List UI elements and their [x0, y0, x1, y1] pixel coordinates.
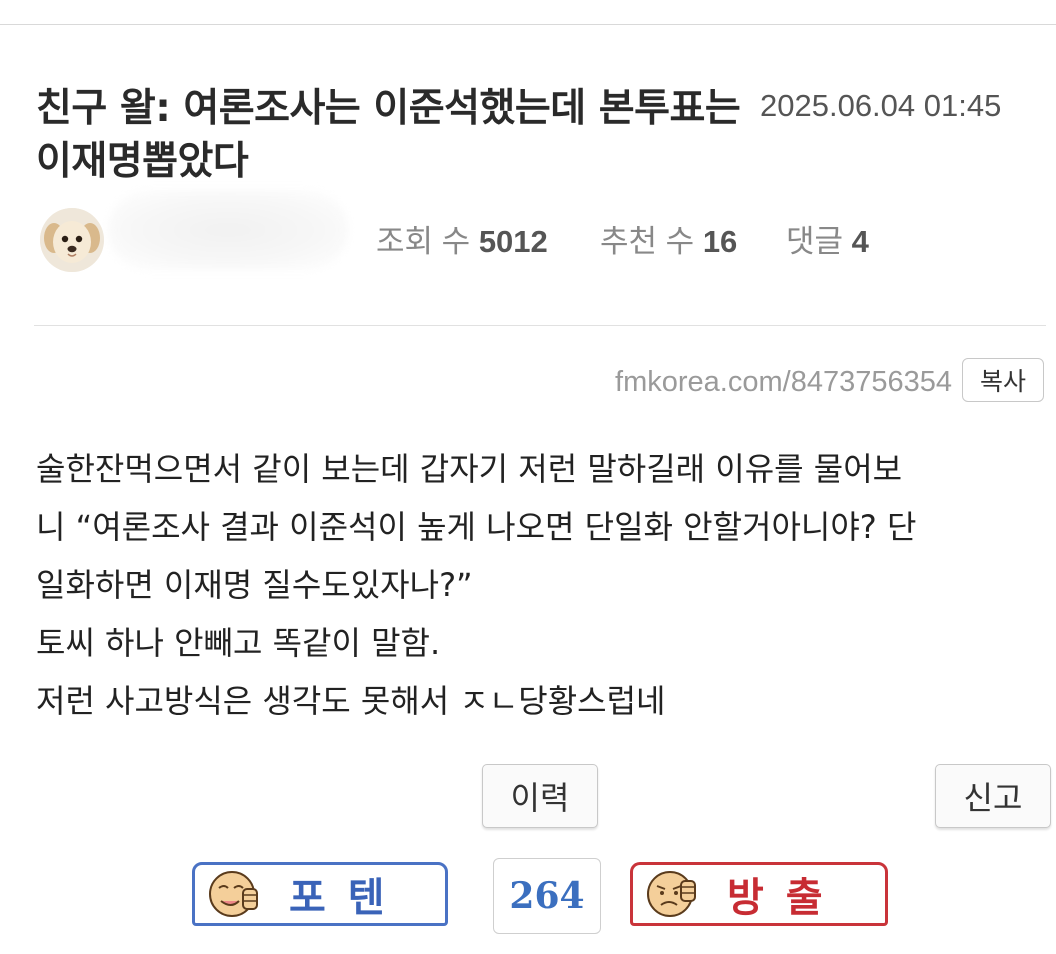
downvote-button[interactable]: 방출 [630, 862, 888, 926]
views-label: 조회 수 [376, 224, 471, 259]
header-divider [34, 325, 1046, 326]
report-button[interactable]: 신고 [935, 764, 1051, 828]
upvote-button[interactable]: 포텐 [192, 862, 448, 926]
recommend-count: 16 [702, 224, 738, 259]
post-title: 친구 왈: 여론조사는 이준석했는데 본투표는 이재명뽑았다 [36, 86, 741, 184]
author-avatar[interactable] [40, 208, 104, 272]
views-count: 5012 [478, 224, 548, 259]
views-stat: 조회 수 5012 [376, 216, 548, 261]
comments-count: 4 [851, 224, 869, 259]
recommend-label: 추천 수 [600, 224, 695, 259]
body-line: 일화하면 이재명 질수도있자나?” [36, 566, 473, 604]
body-line: 저런 사고방식은 생각도 못해서 ㅈㄴ당황스럽네 [36, 682, 666, 720]
body-line: 술한잔먹으면서 같이 보는데 갑자기 저런 말하길래 이유를 물어보 [36, 450, 903, 488]
thumbs-up-face-icon [209, 871, 258, 917]
post-body: 술한잔먹으면서 같이 보는데 갑자기 저런 말하길래 이유를 물어보 니 “여론… [36, 440, 1036, 730]
top-divider [0, 24, 1056, 25]
author-name-blurred[interactable] [108, 190, 348, 270]
comments-label: 댓글 [786, 224, 844, 259]
copy-url-button[interactable]: 복사 [962, 358, 1044, 402]
comments-stat[interactable]: 댓글 4 [786, 216, 869, 261]
post-url[interactable]: fmkorea.com/8473756354 [615, 366, 952, 399]
history-button[interactable]: 이력 [482, 764, 598, 828]
body-line: 니 “여론조사 결과 이준석이 높게 나오면 단일화 안할거아니야? 단 [36, 508, 917, 546]
upvote-label: 포텐 [289, 874, 407, 921]
body-line: 토씨 하나 안빼고 똑같이 말함. [36, 624, 441, 662]
thumbs-down-face-icon [647, 871, 696, 917]
post-date: 2025.06.04 01:45 [760, 88, 1002, 123]
vote-count: 264 [493, 858, 601, 934]
puppy-icon [40, 208, 104, 272]
recommend-stat: 추천 수 16 [600, 216, 737, 261]
downvote-label: 방출 [727, 874, 845, 921]
